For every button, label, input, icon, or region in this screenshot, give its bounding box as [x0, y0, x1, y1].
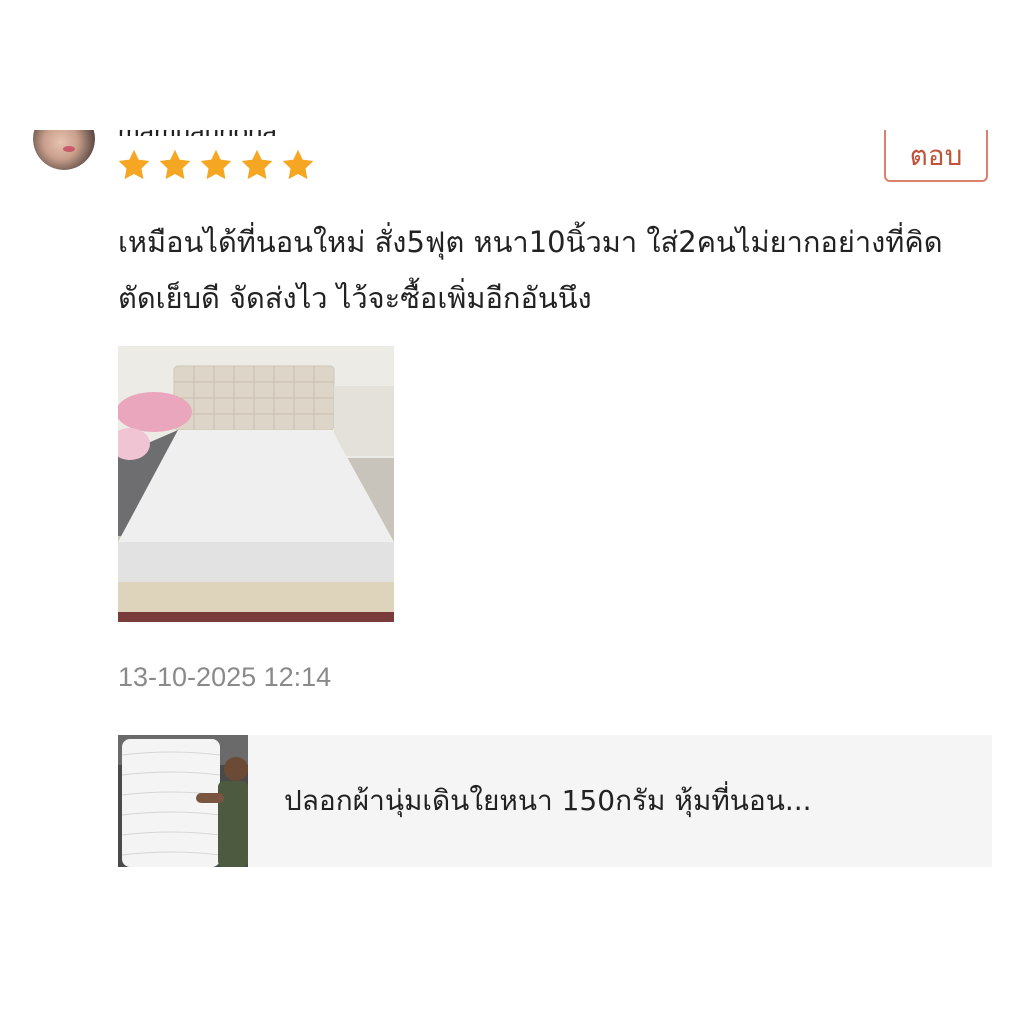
- product-card[interactable]: ปลอกผ้านุ่มเดินใยหนา 150กรัม หุ้มที่นอน.…: [118, 735, 992, 867]
- star-icon: [159, 149, 191, 180]
- star-icon: [200, 149, 232, 180]
- review-text: เหมือนได้ที่นอนใหม่ สั่ง5ฟุต หนา10นิ้วมา…: [118, 225, 943, 315]
- review-page: mamuauriona ตอบ เหมือนได้ที่นอนใหม่ สั่ง…: [0, 0, 1024, 1024]
- username-clip: mamuauriona: [118, 130, 358, 136]
- product-name: ปลอกผ้านุ่มเดินใยหนา 150กรัม หุ้มที่นอน.…: [284, 784, 812, 817]
- star-icon: [118, 149, 150, 180]
- star-icon: [282, 149, 314, 180]
- bed-photo-image: [118, 346, 394, 622]
- avatar[interactable]: [33, 130, 95, 170]
- star-rating: [116, 147, 316, 183]
- reply-button[interactable]: ตอบ: [884, 130, 988, 182]
- avatar-image: [33, 130, 95, 170]
- review-photo[interactable]: [118, 346, 394, 622]
- reviewer-username: mamuauriona: [118, 130, 277, 136]
- review-timestamp: 13-10-2025 12:14: [118, 662, 332, 692]
- star-icon: [241, 149, 273, 180]
- product-image: [118, 735, 248, 867]
- product-thumbnail: [118, 735, 248, 867]
